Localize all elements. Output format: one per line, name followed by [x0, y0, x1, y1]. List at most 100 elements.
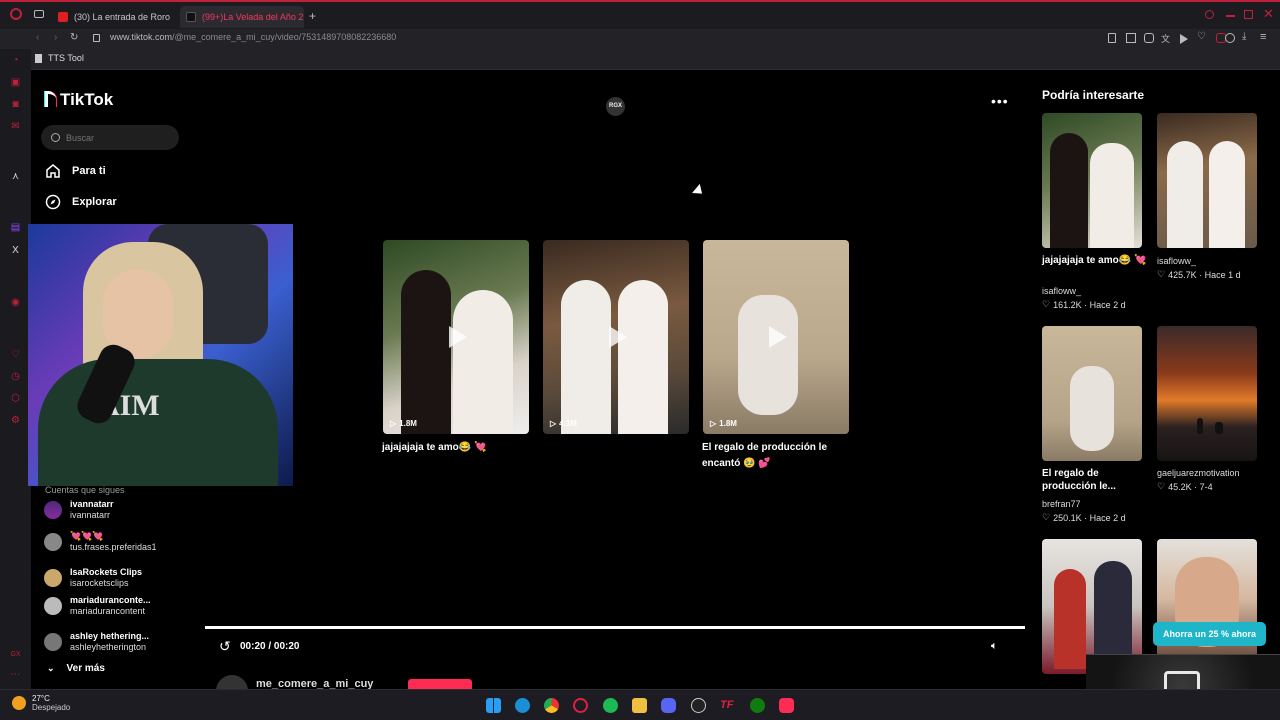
reload-icon[interactable]: ↻	[70, 32, 78, 43]
heart-icon[interactable]: ♡	[1197, 31, 1206, 42]
settings-icon[interactable]: ⚙	[10, 415, 21, 426]
views-label: 1.8M	[719, 419, 737, 428]
grid-video-title[interactable]: jajajajaja te amo😂 💘	[382, 440, 532, 456]
recommend-header: Podría interesarte	[1042, 88, 1145, 102]
avatar	[44, 597, 62, 615]
tiktok-app-icon[interactable]	[779, 698, 794, 713]
nav-label: Explorar	[72, 196, 117, 208]
opera-gx-icon[interactable]	[573, 698, 588, 713]
speed-dial-icon[interactable]: ◔	[10, 55, 21, 66]
tab-overview-icon[interactable]	[34, 10, 44, 18]
minimize-button[interactable]	[1226, 15, 1235, 17]
spotify-icon[interactable]	[603, 698, 618, 713]
aria-icon[interactable]: ⋏	[10, 171, 21, 182]
gmail-icon[interactable]: ✉	[10, 121, 21, 132]
tab-roro[interactable]: (30) La entrada de Roro f	[52, 6, 172, 28]
tf-app-icon[interactable]: TF	[720, 698, 735, 713]
search-tabs-icon[interactable]	[1205, 10, 1214, 19]
twitch-icon[interactable]: ▤	[10, 222, 21, 233]
progress-track[interactable]	[205, 626, 1025, 629]
steam-icon[interactable]	[691, 698, 706, 713]
recommend-title[interactable]: El regalo de producción le...	[1042, 467, 1142, 493]
bookmark-tts-tool[interactable]: TTS Tool	[35, 53, 84, 63]
following-item[interactable]: ashley hethering... ashleyhetherington	[44, 631, 149, 653]
grid-video-2[interactable]: ▷ 4.1M	[543, 240, 689, 434]
channel-badge[interactable]: RGX	[606, 97, 625, 116]
heart-outline-icon: ♡	[1157, 269, 1166, 279]
address-bar: ‹ › ↻ www.tiktok.com/@me_comere_a_mi_cuy…	[0, 29, 1280, 49]
search-box[interactable]	[41, 125, 179, 150]
windows-start-icon[interactable]	[486, 698, 501, 713]
promo-button[interactable]: Ahorra un 25 % ahora	[1153, 622, 1266, 646]
new-tab-button[interactable]: +	[309, 9, 316, 23]
download-icon[interactable]: ⤓	[1242, 31, 1246, 42]
edge-icon[interactable]	[515, 698, 530, 713]
lock-icon	[93, 34, 100, 42]
menu-icon[interactable]: ≡	[1260, 31, 1266, 43]
tab-velada[interactable]: (99+)La Velada del Año 2	[180, 6, 304, 28]
view-count: ▷ 1.8M	[390, 419, 417, 428]
recommend-user[interactable]: isafloww_	[1042, 286, 1081, 296]
close-window-button[interactable]: ✕	[1263, 6, 1274, 22]
vpn-icon[interactable]	[1144, 33, 1154, 43]
following-item[interactable]: mariaduranconte... mariaduranconten​t	[44, 595, 151, 617]
silhouette-shape	[1197, 418, 1203, 434]
recommend-user[interactable]: gaeljuarezmotivation	[1157, 468, 1240, 478]
weather-temp: 27°C	[32, 694, 50, 703]
weather-widget[interactable]: 27°C Despejado	[12, 694, 70, 712]
play-small-icon: ▷	[550, 419, 557, 428]
nav-explorar[interactable]: Explorar	[45, 194, 117, 210]
favorites-icon[interactable]: ♡	[10, 349, 21, 360]
account-name: IsaRockets Clips	[70, 567, 143, 577]
recommend-user[interactable]: brefran77	[1042, 499, 1081, 509]
grid-video-3[interactable]: ▷ 1.8M	[703, 240, 849, 434]
grid-video-title[interactable]: El regalo de producción le encantó 🥹 💕	[702, 440, 842, 472]
translate-icon[interactable]: 文	[1161, 32, 1170, 45]
recommend-thumb-2[interactable]	[1157, 113, 1257, 248]
messenger-icon[interactable]: ◙	[10, 99, 21, 110]
x-icon[interactable]: X	[10, 245, 21, 256]
forward-icon[interactable]: ›	[54, 32, 57, 43]
views-label: 4.1M	[559, 419, 577, 428]
file-explorer-icon[interactable]	[632, 698, 647, 713]
discord-icon[interactable]	[661, 698, 676, 713]
grid-video-1[interactable]: ▷ 1.8M	[383, 240, 529, 434]
history-icon[interactable]: ◷	[10, 371, 21, 382]
tiktok-logo[interactable]: TikTok	[45, 90, 113, 110]
nav-para-ti[interactable]: Para ti	[45, 163, 106, 179]
account-handle: tus.frases.preferidas1	[70, 542, 157, 552]
gx-icon[interactable]: GX	[10, 649, 21, 660]
recommend-thumb-4[interactable]	[1157, 326, 1257, 461]
following-item[interactable]: IsaRockets Clips isarocketsclips	[44, 567, 142, 589]
following-item[interactable]: 💘💘💘 tus.frases.preferidas1	[44, 531, 157, 553]
url-field[interactable]: www.tiktok.com/@me_comere_a_mi_cuy/video…	[110, 32, 396, 42]
heart-outline-icon: ♡	[1042, 299, 1051, 309]
search-input[interactable]	[66, 132, 166, 143]
more-icon[interactable]: ⋯	[10, 669, 21, 680]
recommend-thumb-1[interactable]	[1042, 113, 1142, 248]
account-handle: mariaduranconten​t	[70, 606, 146, 616]
snapshot-icon[interactable]	[1126, 33, 1136, 43]
see-more-button[interactable]: ⌄ Ver más	[47, 663, 105, 674]
back-icon[interactable]: ‹	[36, 32, 39, 43]
opera-logo-icon[interactable]	[10, 8, 22, 20]
recommend-user[interactable]: isafloww_	[1157, 256, 1196, 266]
player-sidebar-icon[interactable]: ◉	[10, 297, 21, 308]
extensions-icon[interactable]: ⬡	[10, 393, 21, 404]
recommend-title[interactable]: jajajajaja te amo😂 💘	[1042, 254, 1152, 267]
chrome-icon[interactable]	[544, 698, 559, 713]
pin-icon[interactable]	[1108, 33, 1116, 43]
recommend-thumb-3[interactable]	[1042, 326, 1142, 461]
recommend-meta: ♡ 250.1K · Hace 2 d	[1042, 512, 1126, 523]
view-count: ▷ 1.8M	[710, 419, 737, 428]
profile-icon[interactable]	[1225, 33, 1235, 43]
person-shape	[1167, 141, 1203, 248]
player-icon[interactable]	[1180, 34, 1188, 44]
volume-icon[interactable]: 🔈︎	[991, 640, 998, 653]
more-options-icon[interactable]: •••	[991, 93, 1009, 109]
maximize-button[interactable]	[1244, 10, 1253, 19]
following-item[interactable]: ivannatarr ivannatarr	[44, 499, 114, 521]
xbox-icon[interactable]	[750, 698, 765, 713]
shopping-icon[interactable]: ▣	[10, 77, 21, 88]
replay-icon[interactable]: ↺	[219, 638, 231, 655]
